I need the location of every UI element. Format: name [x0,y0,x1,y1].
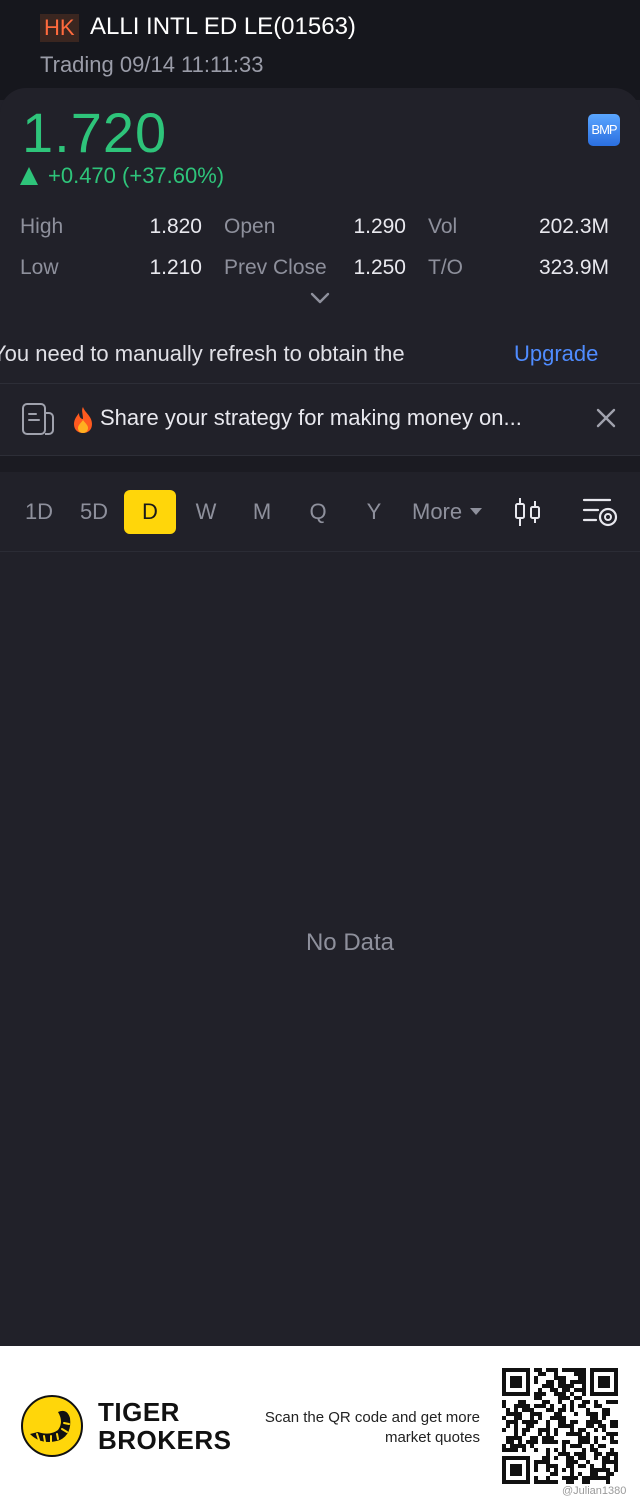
promo-banner[interactable]: Share your strategy for making money on.… [0,384,640,456]
share-footer: TIGER BROKERS Scan the QR code and get m… [0,1346,640,1506]
brand-name-line1: TIGER [98,1397,180,1427]
fire-icon [74,407,92,433]
vol-label: Vol [428,215,458,238]
turnover-value: 323.9M [538,256,609,279]
price-change: +0.470 (+37.60%) [20,162,224,190]
open-value: 1.290 [353,215,406,238]
market-badge: HK [40,14,79,42]
brand-name: TIGER BROKERS [98,1398,232,1454]
tab-m[interactable]: M [242,490,282,534]
candlestick-icon[interactable] [512,496,544,528]
tiger-brokers-logo [21,1395,83,1457]
vol-value: 202.3M [538,215,609,238]
more-periods-dropdown[interactable]: More [412,490,483,534]
prev-close-value: 1.250 [353,256,406,279]
tab-d[interactable]: D [124,490,176,534]
high-value: 1.820 [149,215,202,238]
scan-instructions: Scan the QR code and get more market quo… [248,1408,480,1448]
open-label: Open [224,215,276,238]
document-icon [22,403,54,435]
brand-name-line2: BROKERS [98,1425,232,1455]
section-divider [0,456,640,472]
refresh-notice: You need to manually refresh to obtain t… [0,328,640,384]
low-value: 1.210 [149,256,202,279]
scan-line1: Scan the QR code and get more [264,1409,480,1426]
upgrade-link[interactable]: Upgrade [514,340,598,368]
period-selector: 1D 5D D W M Q Y More [0,472,640,552]
turnover-label: T/O [428,256,463,279]
quote-card: 1.720 BMP +0.470 (+37.60%) High 1.820 Op… [0,88,640,1346]
bmp-badge[interactable]: BMP [588,114,620,146]
tab-5d[interactable]: 5D [70,490,118,534]
chevron-down-icon[interactable] [310,291,330,305]
price-change-value: +0.470 (+37.60%) [48,163,225,188]
high-label: High [20,215,64,238]
low-label: Low [20,256,59,279]
caret-down-icon [470,507,483,515]
last-price: 1.720 [22,101,168,164]
prev-close-label: Prev Close [224,256,327,279]
chart-settings-icon[interactable] [582,496,618,528]
trading-status: Trading 09/14 11:11:33 [40,52,264,77]
promo-text: Share your strategy for making money on.… [100,405,522,430]
top-header: HK ALLI INTL ED LE(01563) Trading 09/14 … [0,0,640,100]
chart-empty-state: No Data [305,929,395,956]
more-label: More [412,499,463,524]
up-arrow-icon [20,167,38,185]
tab-1d[interactable]: 1D [16,490,62,534]
stock-title[interactable]: ALLI INTL ED LE(01563) [90,12,356,42]
watermark: @Julian1380 [562,1485,627,1497]
tab-q[interactable]: Q [298,490,338,534]
tab-y[interactable]: Y [354,490,394,534]
tab-w[interactable]: W [186,490,226,534]
scan-line2: market quotes [384,1429,480,1446]
refresh-notice-text: You need to manually refresh to obtain t… [0,341,405,366]
qr-code [502,1368,618,1484]
close-icon[interactable] [594,406,618,430]
